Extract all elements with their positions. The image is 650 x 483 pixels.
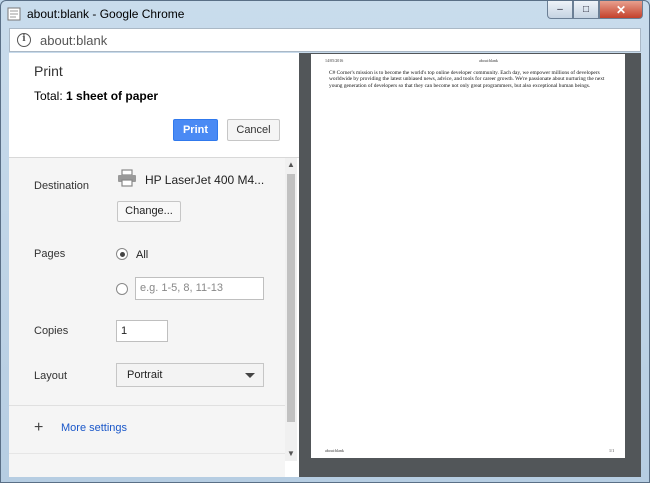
total-value: 1 sheet of paper — [66, 89, 159, 103]
change-destination-button[interactable]: Change... — [117, 201, 181, 222]
page-header-title: about:blank — [479, 58, 498, 63]
copies-input[interactable]: 1 — [116, 320, 168, 342]
layout-select-value: Portrait — [127, 369, 163, 381]
print-settings-panel: Print Total: 1 sheet of paper Print Canc… — [9, 53, 299, 477]
pages-label: Pages — [34, 248, 66, 260]
chrome-app-icon — [7, 7, 21, 21]
close-button[interactable]: ✕ — [599, 1, 643, 19]
title-bar[interactable]: about:blank - Google Chrome ‒ □ ✕ — [1, 1, 649, 27]
total-label: Total: — [34, 89, 67, 103]
print-dialog: Print Total: 1 sheet of paper Print Canc… — [9, 53, 641, 477]
layout-select[interactable]: Portrait — [116, 363, 264, 387]
copies-label: Copies — [34, 325, 69, 337]
panel-footer — [9, 453, 285, 477]
close-icon: ✕ — [615, 2, 627, 17]
total-sheets: Total: 1 sheet of paper — [34, 89, 158, 103]
page-footer-url: about:blank — [325, 448, 344, 453]
print-button[interactable]: Print — [173, 119, 218, 141]
window-title: about:blank - Google Chrome — [27, 7, 185, 21]
page-footer-number: 1/1 — [609, 448, 615, 453]
settings-scrollbar[interactable]: ▲ ▼ — [285, 158, 297, 461]
browser-window: about:blank - Google Chrome ‒ □ ✕ i abou… — [0, 0, 650, 483]
pages-range-input[interactable]: e.g. 1-5, 8, 11-13 — [135, 277, 264, 300]
cancel-button[interactable]: Cancel — [227, 119, 280, 141]
scroll-thumb[interactable] — [287, 174, 295, 422]
pages-all-radio[interactable] — [116, 248, 128, 260]
more-settings-divider — [9, 405, 285, 406]
chevron-down-icon — [245, 373, 255, 378]
page-header-date: 14/05/2016 — [325, 58, 344, 63]
maximize-button[interactable]: □ — [573, 1, 599, 19]
printer-name: HP LaserJet 400 M4... — [145, 173, 265, 187]
scroll-down-icon[interactable]: ▼ — [285, 447, 297, 461]
layout-label: Layout — [34, 370, 68, 382]
destination-label: Destination — [34, 180, 90, 192]
print-title: Print — [34, 63, 63, 79]
print-preview-area: 14/05/2016 about:blank C# Corner's missi… — [299, 53, 641, 477]
plus-icon[interactable]: + — [34, 419, 43, 437]
maximize-icon: □ — [582, 4, 590, 15]
pages-all-label: All — [136, 249, 149, 261]
pages-custom-radio[interactable] — [116, 283, 128, 295]
minimize-icon: ‒ — [557, 4, 563, 15]
print-panel-header: Print Total: 1 sheet of paper Print Canc… — [9, 53, 299, 157]
address-bar[interactable]: i about:blank — [9, 28, 641, 52]
minimize-button[interactable]: ‒ — [547, 1, 573, 19]
address-url[interactable]: about:blank — [40, 33, 107, 48]
scroll-up-icon[interactable]: ▲ — [285, 158, 297, 172]
info-icon[interactable]: i — [17, 33, 31, 47]
printer-icon — [118, 169, 136, 187]
more-settings-link[interactable]: More settings — [61, 422, 127, 434]
page-body-text: C# Corner's mission is to become the wor… — [329, 70, 605, 89]
preview-page: 14/05/2016 about:blank C# Corner's missi… — [311, 54, 625, 458]
